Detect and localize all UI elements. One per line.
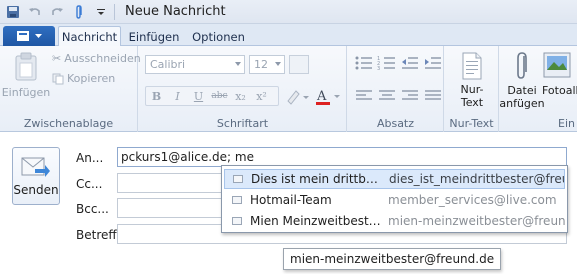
copy-label: Kopieren <box>67 72 116 85</box>
window-title: Neue Nachricht <box>125 4 226 19</box>
font-group: Calibri 12 B I U abc x₂ x² A Schriftart <box>139 46 347 132</box>
font-name-combo[interactable]: Calibri <box>145 55 245 74</box>
align-right-icon[interactable] <box>400 88 420 104</box>
cut-label: Ausschneiden <box>64 52 141 65</box>
font-dialog-icon[interactable] <box>289 55 309 74</box>
align-justify-icon[interactable] <box>423 88 443 104</box>
highlight-icon[interactable] <box>284 88 310 106</box>
tab-einfuegen[interactable]: Einfügen <box>124 26 184 47</box>
send-icon <box>21 157 50 177</box>
attach-file-button[interactable]: Datei anfügen <box>499 50 545 110</box>
underline-button[interactable]: U <box>188 87 209 105</box>
align-center-icon[interactable] <box>377 88 397 104</box>
subscript-button[interactable]: x₂ <box>230 87 251 105</box>
application-menu-button[interactable] <box>3 26 55 46</box>
autocomplete-name: Hotmail-Team <box>250 193 332 207</box>
cut-button[interactable]: ✂ Ausschneiden <box>52 52 141 65</box>
font-size-combo[interactable]: 12 <box>249 55 285 74</box>
plaintext-group-label: Nur-Text <box>449 117 494 130</box>
svg-text:3: 3 <box>377 66 380 72</box>
autocomplete-item[interactable]: Dies ist mein drittbester... dies_ist_me… <box>224 169 565 189</box>
undo-icon[interactable] <box>26 3 44 21</box>
autocomplete-popup: Dies ist mein drittbester... dies_ist_me… <box>221 165 568 233</box>
autocomplete-name: Mien Meinzweitbester F... <box>250 214 382 228</box>
send-label: Senden <box>13 183 59 197</box>
cc-label[interactable]: Cc... <box>76 177 102 191</box>
paste-label: Einfügen <box>1 86 51 99</box>
increase-indent-icon[interactable] <box>423 54 443 72</box>
paste-icon <box>15 52 37 81</box>
chevron-down-icon <box>235 62 241 66</box>
font-color-icon[interactable]: A <box>313 86 343 108</box>
redo-icon[interactable] <box>48 3 66 21</box>
insert-group-label: Ein <box>558 117 575 130</box>
attach-quick-icon[interactable] <box>70 3 88 21</box>
ribbon-panel: Einfügen ✂ Ausschneiden Kopieren Zwische… <box>0 46 577 132</box>
clipboard-group-label: Zwischenablage <box>23 117 114 130</box>
copy-icon <box>52 73 64 84</box>
insert-group: Datei anfügen Fotoalb Ein <box>499 46 577 132</box>
bold-button[interactable]: B <box>146 87 167 105</box>
plaintext-group: Nur- Text Nur-Text <box>445 46 499 132</box>
format-bar: B I U abc x₂ x² <box>145 86 279 106</box>
to-input[interactable]: pckurs1@alice.de; me <box>117 147 567 167</box>
plaintext-label-1: Nur- <box>460 83 484 96</box>
autocomplete-email: mien-meinzweitbester@freund... <box>388 214 565 228</box>
customize-qat-icon[interactable] <box>92 3 110 21</box>
list-buttons: 123 <box>354 54 443 72</box>
font-size-value: 12 <box>254 58 268 71</box>
attach-label-1: Datei <box>507 84 537 97</box>
photo-album-label: Fotoalb <box>542 84 577 97</box>
photo-album-icon <box>543 52 571 78</box>
bcc-label[interactable]: Bcc... <box>76 202 109 216</box>
decrease-indent-icon[interactable] <box>400 54 420 72</box>
plaintext-label-2: Text <box>460 96 484 109</box>
tab-nachricht[interactable]: Nachricht <box>58 26 121 47</box>
contact-card-icon <box>233 175 243 183</box>
send-button[interactable]: Senden <box>12 147 60 205</box>
italic-button[interactable]: I <box>167 87 188 105</box>
font-name-value: Calibri <box>150 58 186 71</box>
align-left-icon[interactable] <box>354 88 374 104</box>
subject-label: Betreff <box>76 228 117 242</box>
autocomplete-name: Dies ist mein drittbester... <box>251 172 383 186</box>
clipboard-group: Einfügen ✂ Ausschneiden Kopieren Zwische… <box>0 46 141 132</box>
ribbon-tab-row: Nachricht Einfügen Optionen <box>0 24 577 47</box>
tab-optionen[interactable]: Optionen <box>187 26 250 47</box>
bullets-icon[interactable] <box>354 54 374 72</box>
paperclip-icon <box>517 52 527 79</box>
plaintext-button[interactable]: Nur- Text <box>452 52 492 109</box>
align-buttons <box>354 88 443 104</box>
paste-button[interactable]: Einfügen <box>2 52 50 99</box>
email-tooltip: mien-meinzweitbester@freund.de <box>283 248 502 270</box>
save-icon[interactable] <box>4 3 22 21</box>
contact-card-icon <box>232 196 242 204</box>
font-group-label: Schriftart <box>216 117 269 130</box>
document-icon <box>462 52 482 80</box>
svg-text:A: A <box>316 89 327 104</box>
to-label[interactable]: An... <box>76 151 103 165</box>
superscript-button[interactable]: x² <box>251 87 272 105</box>
autocomplete-item[interactable]: Hotmail-Team member_services@live.com <box>224 190 565 210</box>
attach-label-2: anfügen <box>499 97 545 110</box>
chevron-down-icon <box>275 62 281 66</box>
photo-album-button[interactable]: Fotoalb <box>542 50 577 97</box>
contact-card-icon <box>232 217 242 225</box>
autocomplete-email: member_services@live.com <box>388 193 557 207</box>
title-bar: Neue Nachricht <box>0 0 577 24</box>
paragraph-group: 123 Absatz <box>348 46 444 132</box>
paragraph-group-label: Absatz <box>376 117 415 130</box>
numbering-icon[interactable]: 123 <box>377 54 397 72</box>
copy-button[interactable]: Kopieren <box>52 72 115 85</box>
qat-separator <box>114 3 115 20</box>
autocomplete-item[interactable]: Mien Meinzweitbester F... mien-meinzweit… <box>224 211 565 231</box>
scissors-icon: ✂ <box>52 52 62 65</box>
strikethrough-button[interactable]: abc <box>209 87 230 105</box>
autocomplete-email: dies_ist_meindrittbester@freun... <box>389 172 564 186</box>
